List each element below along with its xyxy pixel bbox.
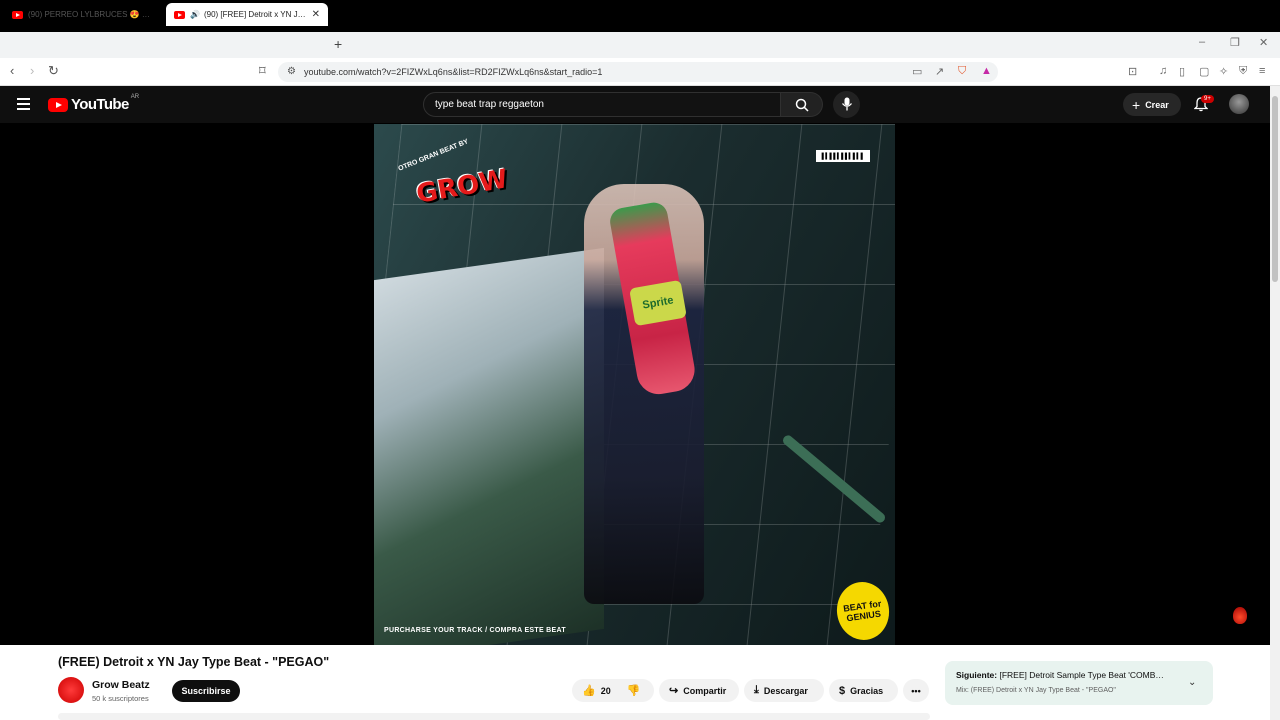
- more-icon: •••: [911, 685, 921, 696]
- extension-icon[interactable]: ⊡: [1128, 65, 1137, 78]
- cast-icon[interactable]: ▭: [912, 65, 922, 78]
- account-avatar[interactable]: [1229, 94, 1249, 114]
- up-next-panel[interactable]: [945, 661, 1213, 705]
- country-code: AR: [130, 93, 140, 100]
- up-next-prefix: Siguiente:: [956, 670, 998, 680]
- browser-tab-2[interactable]: 🔊 (90) [FREE] Detroit x YN Jay T… ✕: [166, 3, 328, 26]
- playlist-mix-name: Mix: (FREE) Detroit x YN Jay Type Beat -…: [956, 687, 1116, 694]
- minimize-icon[interactable]: –: [1199, 36, 1205, 48]
- notification-count-badge: 9+: [1201, 95, 1214, 103]
- tab-title: (90) [FREE] Detroit x YN Jay T…: [203, 10, 308, 19]
- close-window-icon[interactable]: ✕: [1259, 36, 1268, 49]
- more-actions-button[interactable]: •••: [903, 679, 929, 702]
- plus-icon: +: [1132, 96, 1141, 113]
- search-icon: [795, 98, 809, 112]
- url-text: youtube.com/watch?v=2FIZWxLq6ns&list=RD2…: [304, 67, 603, 77]
- like-count[interactable]: 20: [601, 686, 611, 696]
- leo-icon[interactable]: ✧: [1219, 65, 1228, 78]
- wallet-icon[interactable]: ▢: [1199, 65, 1209, 78]
- share-label: Compartir: [683, 685, 727, 696]
- brave-shield-icon[interactable]: ⛉: [958, 65, 966, 78]
- subscribe-button[interactable]: Suscribirse: [172, 680, 240, 702]
- subscriber-count: 50 k suscriptores: [92, 694, 149, 703]
- video-caption: PURCHARSE YOUR TRACK / COMPRA ESTE BEAT: [384, 627, 566, 634]
- create-button[interactable]: + Crear: [1123, 93, 1181, 116]
- thumbs-up-icon[interactable]: 👍: [582, 684, 596, 697]
- sidebar-icon[interactable]: ▯: [1179, 65, 1185, 78]
- dollar-heart-icon: $: [839, 684, 846, 697]
- maximize-icon[interactable]: ❐: [1230, 36, 1240, 49]
- hamburger-menu-icon[interactable]: [17, 98, 30, 110]
- close-tab-icon[interactable]: ✕: [312, 9, 320, 20]
- chevron-down-icon[interactable]: ⌄: [1188, 677, 1196, 688]
- video-title: (FREE) Detroit x YN Jay Type Beat - "PEG…: [58, 655, 330, 669]
- rewards-icon[interactable]: ▲: [981, 65, 992, 77]
- share-button[interactable]: ↪ Compartir: [659, 679, 739, 702]
- channel-name[interactable]: Grow Beatz: [92, 679, 150, 691]
- browser-tab-strip: [0, 32, 1280, 58]
- fire-icon: [1233, 607, 1247, 624]
- share-page-icon[interactable]: ↗: [935, 65, 944, 78]
- like-dislike-group: 👍 20 👎: [572, 679, 654, 702]
- media-icon[interactable]: ♫: [1159, 65, 1167, 77]
- tab-title: (90) PERREO LYLBRUCES 😍 – Brunoo…: [28, 10, 152, 19]
- barcode-icon: ▌▍▌▌▍▌▌▍▌▍▌: [816, 150, 870, 162]
- site-info-icon[interactable]: ⚙: [287, 66, 296, 77]
- forward-icon[interactable]: ›: [30, 63, 34, 78]
- create-label: Crear: [1145, 99, 1169, 110]
- microphone-icon: [841, 97, 853, 111]
- up-next-title[interactable]: Siguiente: [FREE] Detroit Sample Type Be…: [956, 670, 1181, 680]
- reload-icon[interactable]: ↻: [48, 63, 59, 79]
- browser-tab-1[interactable]: (90) PERREO LYLBRUCES 😍 – Brunoo…: [4, 3, 160, 26]
- back-icon[interactable]: ‹: [10, 63, 14, 78]
- bookmark-icon[interactable]: ⌑: [259, 63, 266, 79]
- download-label: Descargar: [763, 685, 808, 696]
- youtube-logo[interactable]: YouTube AR: [48, 93, 140, 113]
- youtube-wordmark: YouTube: [71, 96, 129, 113]
- download-icon: ⤓: [754, 684, 759, 696]
- video-frame[interactable]: Sprite OTRO GRAN BEAT BY GROW ▌▍▌▌▍▌▌▍▌▍…: [374, 124, 895, 645]
- speaker-icon[interactable]: 🔊: [190, 10, 200, 19]
- youtube-favicon-icon: [174, 10, 185, 19]
- description-box-edge[interactable]: [58, 713, 930, 720]
- scrollbar-thumb[interactable]: [1272, 96, 1278, 282]
- youtube-play-icon: [48, 97, 68, 112]
- thanks-button[interactable]: $ Gracias: [829, 679, 898, 702]
- city-mural-graphic: [374, 247, 604, 645]
- vpn-icon[interactable]: ⛨: [1239, 65, 1247, 78]
- thumbs-down-icon[interactable]: 👎: [627, 684, 641, 697]
- voice-search-button[interactable]: [833, 91, 860, 118]
- youtube-favicon-icon: [12, 10, 23, 19]
- menu-icon[interactable]: ≡: [1259, 65, 1265, 77]
- channel-avatar[interactable]: [58, 677, 84, 703]
- thanks-label: Gracias: [850, 685, 884, 696]
- search-input[interactable]: type beat trap reggaeton: [423, 92, 781, 117]
- address-bar[interactable]: youtube.com/watch?v=2FIZWxLq6ns&list=RD2…: [278, 62, 998, 82]
- search-value: type beat trap reggaeton: [435, 99, 544, 110]
- up-next-video: [FREE] Detroit Sample Type Beat 'COMB…: [999, 670, 1164, 680]
- share-icon: ↪: [669, 685, 679, 697]
- new-tab-icon[interactable]: +: [334, 36, 342, 52]
- download-button[interactable]: ⤓ Descargar: [744, 679, 824, 702]
- search-button[interactable]: [781, 92, 823, 117]
